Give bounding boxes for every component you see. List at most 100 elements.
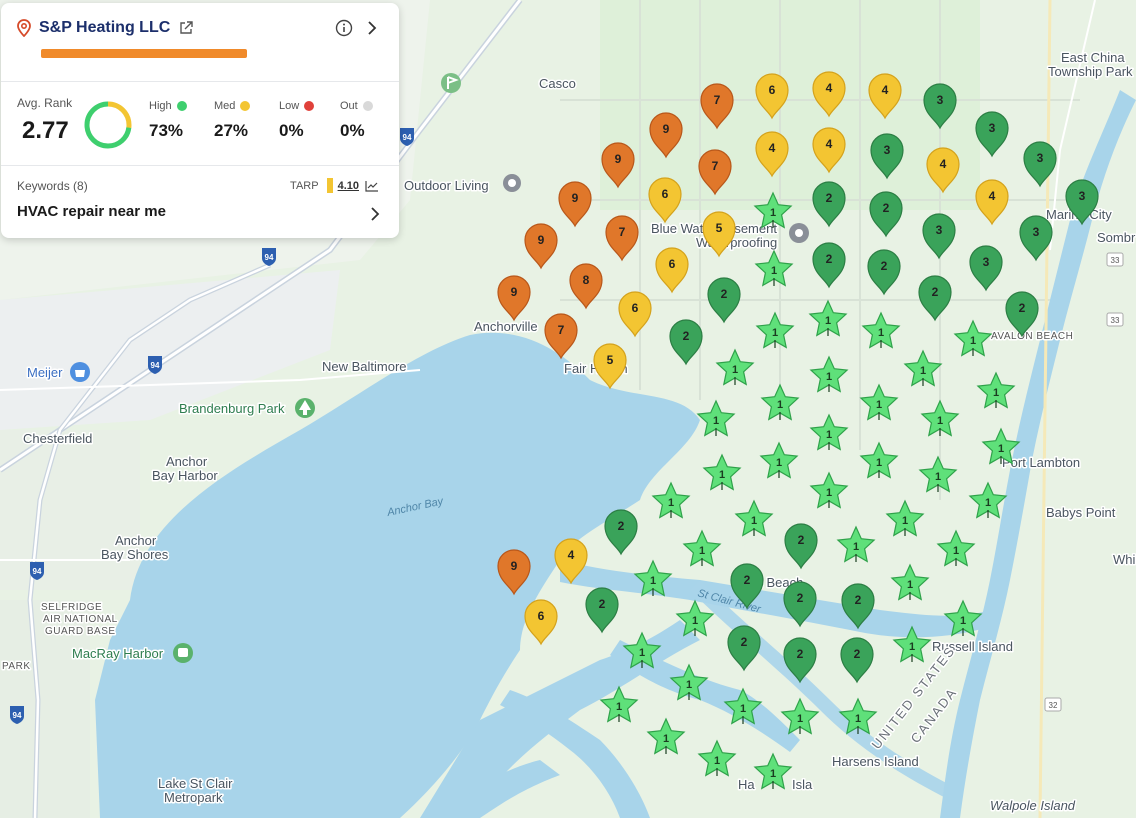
marker-rank-label: 1 (909, 641, 915, 653)
marker-rank-label: 1 (797, 713, 803, 725)
marker-rank-label: 2 (797, 647, 804, 661)
place-label: Casco (539, 76, 576, 91)
place-label: AVALON BEACH (991, 331, 1073, 342)
place-label: East China (1061, 50, 1125, 65)
chevron-right-icon[interactable] (369, 206, 381, 222)
place-label: Chesterfield (23, 431, 92, 446)
marker-rank-label: 3 (989, 121, 996, 135)
marker-rank-label: 1 (692, 615, 698, 627)
place-label: GUARD BASE (45, 626, 116, 637)
marker-rank-label: 1 (878, 327, 884, 339)
marker-rank-label: 1 (907, 579, 913, 591)
place-label: MacRay Harbor (72, 646, 164, 661)
marker-rank-label: 2 (618, 519, 625, 533)
place-pin-icon[interactable] (503, 174, 521, 192)
place-label: New Baltimore (322, 359, 407, 374)
marker-rank-label: 2 (683, 329, 690, 343)
marker-rank-label: 2 (826, 191, 833, 205)
business-pin-icon[interactable] (789, 223, 809, 243)
marina-icon[interactable] (173, 643, 193, 663)
marker-rank-label: 1 (998, 443, 1004, 455)
marker-rank-label: 9 (572, 191, 579, 205)
stat-high: High 73% (149, 100, 187, 141)
out-dot (362, 101, 373, 111)
golf-course-icon[interactable] (441, 73, 461, 93)
business-rank-card[interactable]: S&P Heating LLC ••••• •••• ••••, •••• ••… (1, 3, 399, 238)
marker-rank-label: 1 (920, 365, 926, 377)
marker-rank-label: 4 (989, 189, 996, 203)
marker-rank-label: 7 (714, 93, 721, 107)
place-label: Bay Shores (101, 547, 169, 562)
divider (1, 81, 399, 82)
marker-rank-label: 9 (511, 285, 518, 299)
place-label: Whi (1113, 552, 1136, 567)
info-icon[interactable] (335, 19, 353, 37)
business-header[interactable]: S&P Heating LLC (17, 17, 385, 39)
marker-rank-label: 3 (983, 255, 990, 269)
marker-rank-label: 9 (663, 122, 670, 136)
stat-med: Med 27% (214, 100, 251, 141)
marker-rank-label: 1 (985, 497, 991, 509)
place-label: Anchor (166, 454, 208, 469)
marker-rank-label: 1 (777, 399, 783, 411)
med-dot (240, 101, 251, 111)
marker-rank-label: 1 (935, 471, 941, 483)
place-label: Lake St Clair (158, 776, 233, 791)
place-label: Outdoor Living (404, 178, 489, 193)
place-label: Harsens Island (832, 754, 919, 769)
marker-rank-label: 1 (826, 371, 832, 383)
marker-rank-label: 1 (853, 541, 859, 553)
marker-rank-label: 3 (936, 223, 943, 237)
marker-rank-label: 1 (770, 207, 776, 219)
marker-rank-label: 1 (876, 399, 882, 411)
svg-text:94: 94 (265, 253, 274, 262)
park-icon[interactable] (295, 398, 315, 418)
marker-rank-label: 1 (902, 515, 908, 527)
marker-rank-label: 2 (881, 259, 888, 273)
marker-rank-label: 1 (686, 679, 692, 691)
marker-rank-label: 2 (932, 285, 939, 299)
marker-rank-label: 2 (1019, 301, 1026, 315)
marker-rank-label: 2 (744, 573, 751, 587)
marker-rank-label: 4 (826, 137, 833, 151)
place-label: Ha (738, 777, 755, 792)
marker-rank-label: 7 (558, 323, 565, 337)
marker-rank-label: 3 (884, 143, 891, 157)
place-label: Anchorville (474, 319, 538, 334)
svg-text:33: 33 (1111, 256, 1120, 265)
marker-rank-label: 2 (721, 287, 728, 301)
marker-rank-label: 7 (712, 159, 719, 173)
svg-text:94: 94 (403, 133, 412, 142)
business-name[interactable]: S&P Heating LLC (39, 19, 170, 37)
marker-rank-label: 2 (797, 591, 804, 605)
marker-rank-label: 1 (732, 364, 738, 376)
marker-rank-label: 2 (741, 635, 748, 649)
external-link-icon[interactable] (178, 20, 194, 36)
tarp-value[interactable]: 4.10 (338, 180, 359, 192)
marker-rank-label: 2 (599, 597, 606, 611)
marker-rank-label: 1 (663, 733, 669, 745)
shopping-icon[interactable] (70, 362, 90, 382)
svg-text:94: 94 (33, 567, 42, 576)
chevron-right-icon[interactable] (365, 20, 379, 36)
place-label: Babys Point (1046, 505, 1116, 520)
trend-chart-icon[interactable] (365, 180, 379, 192)
stat-out: Out 0% (340, 100, 373, 141)
divider (1, 165, 399, 166)
svg-text:33: 33 (1111, 316, 1120, 325)
marker-rank-label: 1 (960, 615, 966, 627)
rank-donut-chart (84, 101, 132, 149)
route-shield-icon: 33 (1106, 312, 1124, 327)
marker-rank-label: 8 (583, 273, 590, 287)
tarp-bar (326, 178, 333, 193)
tarp-indicator[interactable]: TARP 4.10 (290, 178, 379, 193)
stat-low: Low 0% (279, 100, 315, 141)
route-shield-icon: 32 (1044, 697, 1062, 712)
keyword-selector[interactable]: HVAC repair near me (17, 203, 166, 220)
marker-rank-label: 1 (876, 457, 882, 469)
marker-rank-label: 4 (940, 157, 947, 171)
marker-rank-label: 2 (855, 593, 862, 607)
marker-rank-label: 1 (970, 335, 976, 347)
marker-rank-label: 7 (619, 225, 626, 239)
marker-rank-label: 9 (538, 233, 545, 247)
